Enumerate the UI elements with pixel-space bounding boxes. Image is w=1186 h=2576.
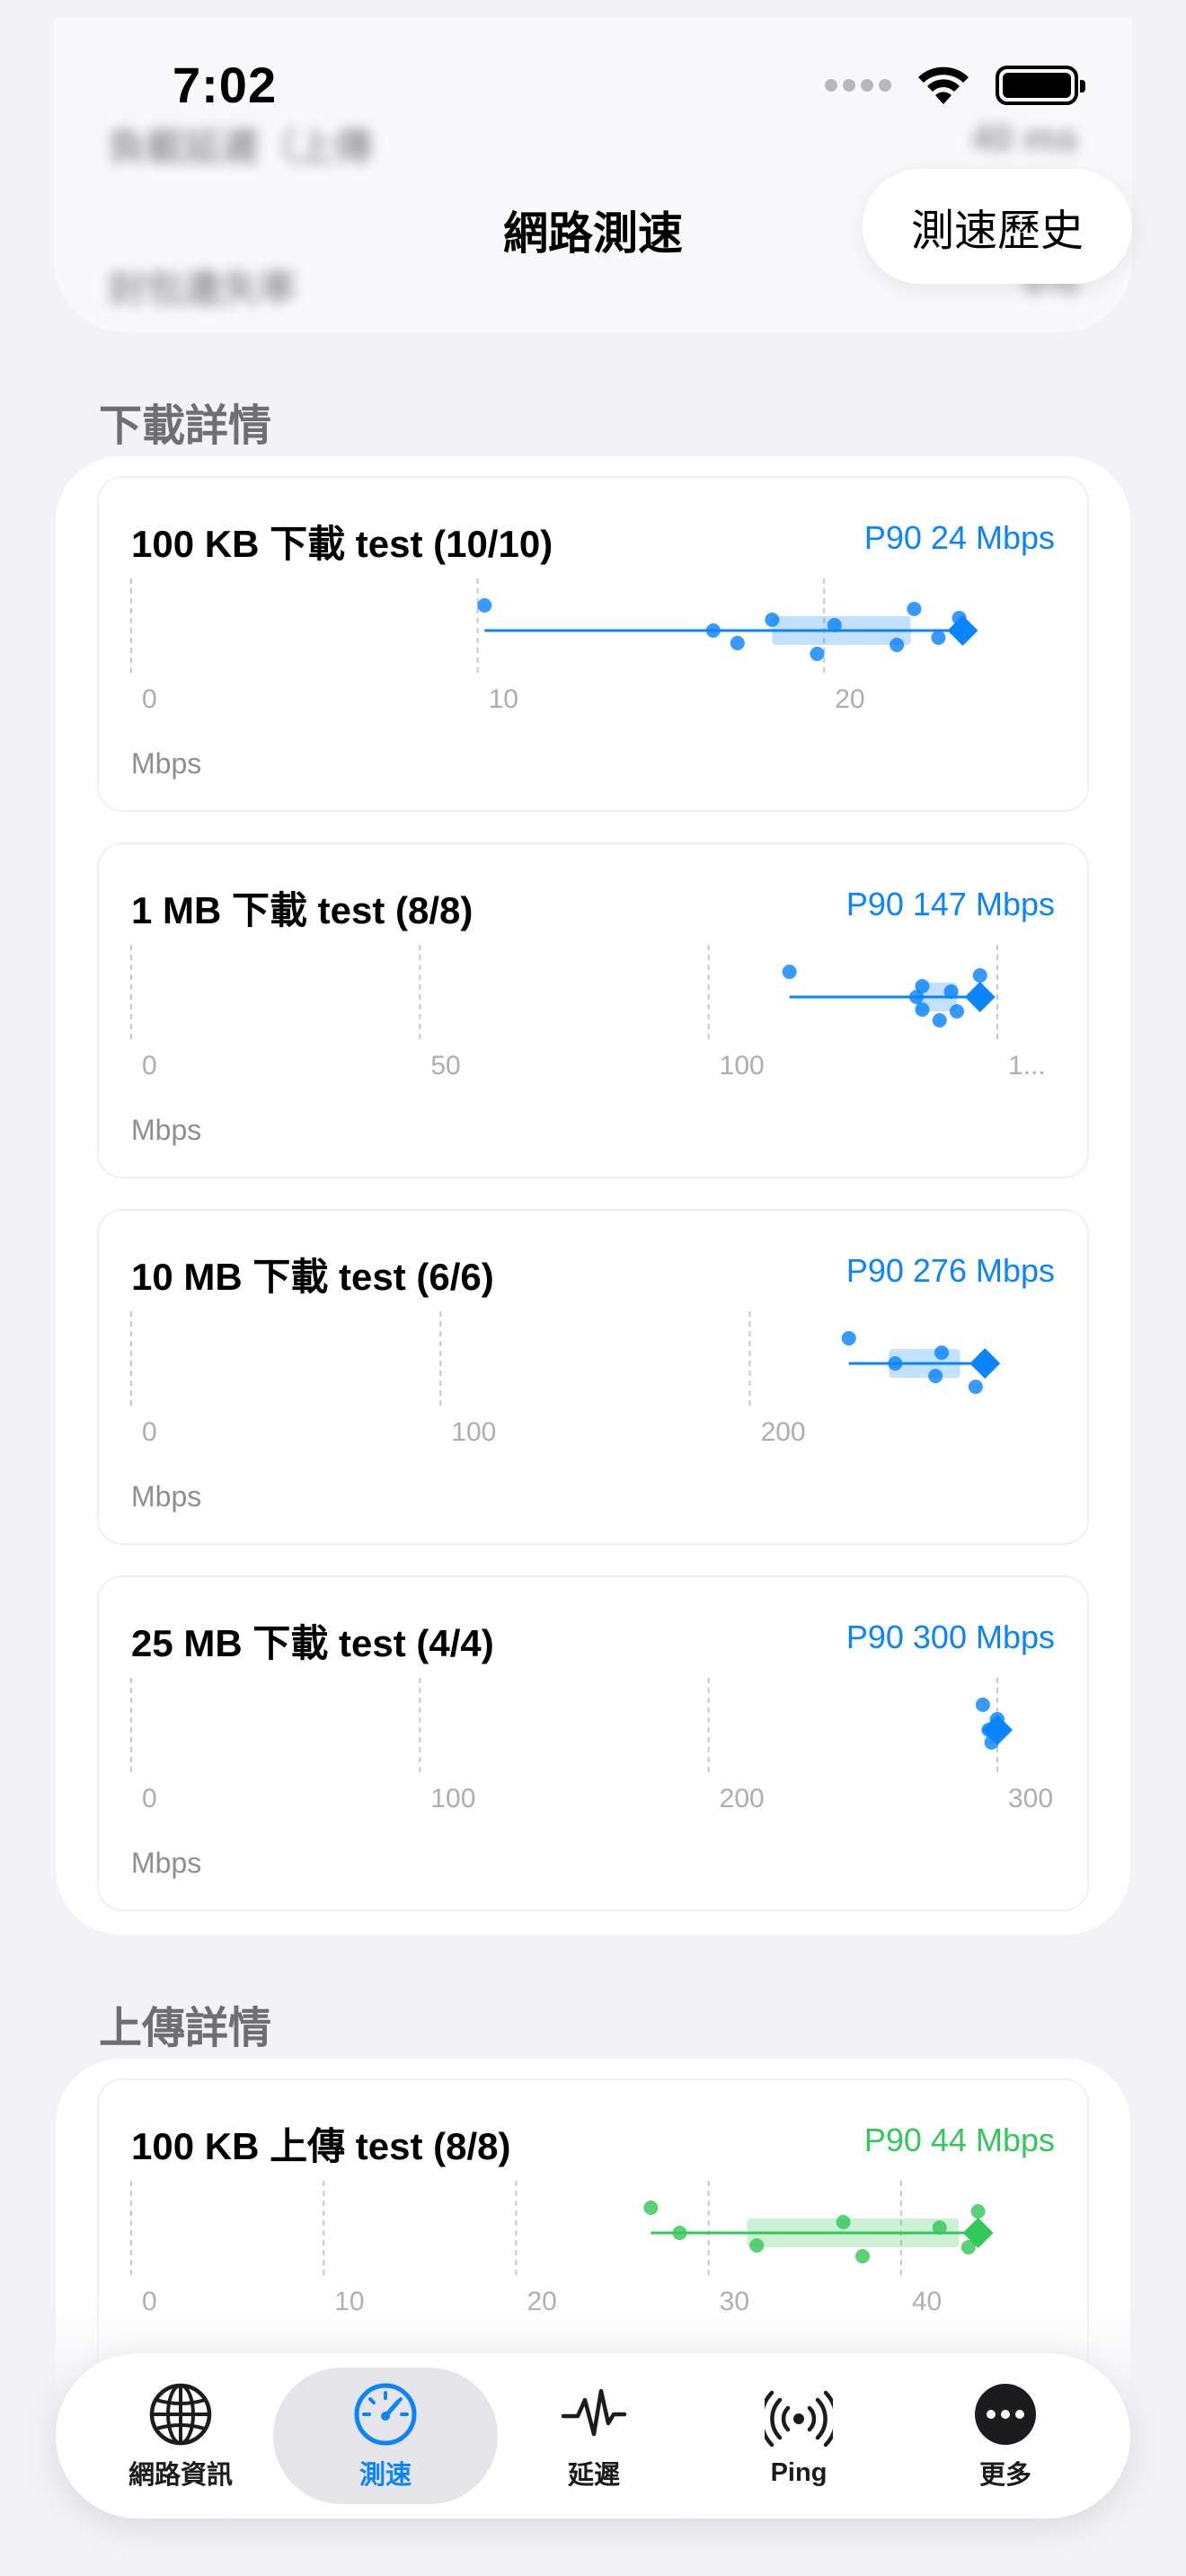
data-point — [841, 1331, 856, 1345]
data-point — [730, 636, 745, 650]
tick-label: 0 — [142, 1417, 157, 1447]
data-point — [672, 2226, 687, 2240]
data-point — [705, 623, 721, 638]
data-point — [827, 618, 842, 632]
tick-label: 20 — [835, 684, 864, 714]
data-point — [934, 1345, 950, 1360]
status-time: 7:02 — [173, 57, 278, 113]
tab-label: 延遲 — [567, 2461, 620, 2490]
data-point — [915, 979, 930, 993]
data-point — [972, 968, 987, 983]
test-card[interactable]: 10 MB 下載 test (6/6) P90 276 Mbps 0 100 200… — [97, 1209, 1089, 1545]
p90-marker — [947, 615, 978, 646]
data-point — [928, 1369, 943, 1383]
data-point — [970, 2204, 986, 2219]
upload-section-title: 上傳詳情 — [99, 2005, 272, 2052]
speed-chart: 0 10 20 — [130, 578, 978, 714]
iqr-box — [747, 2219, 960, 2247]
speed-chart: 0 100 200 — [130, 1311, 1001, 1447]
tab-network-info[interactable]: 網路資訊 — [68, 2368, 293, 2504]
p90-marker — [969, 1348, 1001, 1379]
p90-marker — [964, 982, 996, 1012]
data-point — [749, 2238, 765, 2253]
data-point — [643, 2201, 659, 2215]
tick-label: 0 — [142, 1051, 157, 1081]
test-card[interactable]: 1 MB 下載 test (8/8) P90 147 Mbps 0 50 100 1.… — [97, 842, 1089, 1178]
data-point — [915, 1002, 930, 1017]
tick-label: 200 — [720, 1784, 765, 1813]
unit-label: Mbps — [131, 1847, 202, 1879]
data-point — [932, 2220, 947, 2235]
tab-bar: 網路資訊 測速 延遲 Ping 更多 — [56, 2353, 1130, 2519]
tick-label: 50 — [430, 1051, 460, 1081]
tab-label: 更多 — [978, 2461, 1031, 2490]
data-point — [943, 984, 959, 999]
wifi-icon — [918, 66, 969, 104]
test-card[interactable]: 25 MB 下載 test (4/4) P90 300 Mbps 0 100 200… — [97, 1575, 1089, 1911]
data-point — [975, 1698, 990, 1712]
globe-icon — [149, 2383, 212, 2446]
speed-chart: 0 50 100 1... — [130, 945, 1046, 1081]
data-point — [782, 965, 797, 979]
tab-speed-test[interactable]: 測速 — [273, 2368, 498, 2504]
data-point — [907, 602, 922, 616]
antenna-icon — [765, 2390, 833, 2447]
ellipsis-icon — [975, 2384, 1036, 2445]
blurred-label: 封包遺失率 — [108, 268, 297, 310]
tick-label: 100 — [451, 1417, 496, 1447]
download-section-title: 下載詳情 — [99, 402, 272, 450]
battery-icon — [996, 66, 1085, 105]
history-button[interactable]: 測速歷史 — [863, 169, 1132, 284]
unit-label: Mbps — [131, 1114, 202, 1146]
status-icons — [825, 65, 1085, 106]
download-details-card: 100 KB 下載 test (10/10) P90 24 Mbps 0 10 20… — [56, 456, 1130, 1935]
tab-ping[interactable]: Ping — [686, 2368, 911, 2504]
tick-label: 1... — [1008, 1051, 1046, 1081]
tab-label: 測速 — [358, 2461, 412, 2490]
data-point — [836, 2215, 851, 2229]
tick-label: 100 — [430, 1784, 475, 1813]
data-point — [855, 2249, 871, 2263]
data-point — [968, 1380, 983, 1394]
cellular-signal-icon — [825, 79, 891, 92]
tick-label: 200 — [761, 1417, 806, 1447]
waveform-icon — [561, 2388, 627, 2437]
data-point — [888, 1356, 903, 1371]
tab-label: 網路資訊 — [128, 2461, 233, 2490]
data-point — [931, 631, 946, 645]
tab-label: Ping — [770, 2457, 828, 2487]
data-point — [477, 598, 492, 613]
tick-label: 100 — [720, 1051, 765, 1081]
speedometer-icon — [354, 2383, 417, 2446]
tick-label: 0 — [142, 1784, 157, 1813]
test-card[interactable]: 100 KB 下載 test (10/10) P90 24 Mbps 0 10 20… — [97, 476, 1089, 812]
data-point — [950, 1004, 965, 1019]
data-point — [810, 647, 825, 661]
unit-label: Mbps — [131, 1480, 202, 1513]
tab-latency[interactable]: 延遲 — [482, 2368, 706, 2504]
tab-more[interactable]: 更多 — [893, 2368, 1118, 2504]
speed-chart: 0 100 200 300 — [130, 1678, 1053, 1813]
unit-label: Mbps — [131, 747, 202, 780]
tick-label: 0 — [142, 684, 157, 714]
data-point — [932, 1013, 947, 1028]
data-point — [765, 613, 780, 627]
data-point — [890, 638, 905, 652]
status-bar: 7:02 — [0, 0, 1186, 171]
tick-label: 300 — [1008, 1784, 1053, 1813]
tick-label: 10 — [489, 684, 518, 714]
iqr-box — [772, 616, 911, 645]
